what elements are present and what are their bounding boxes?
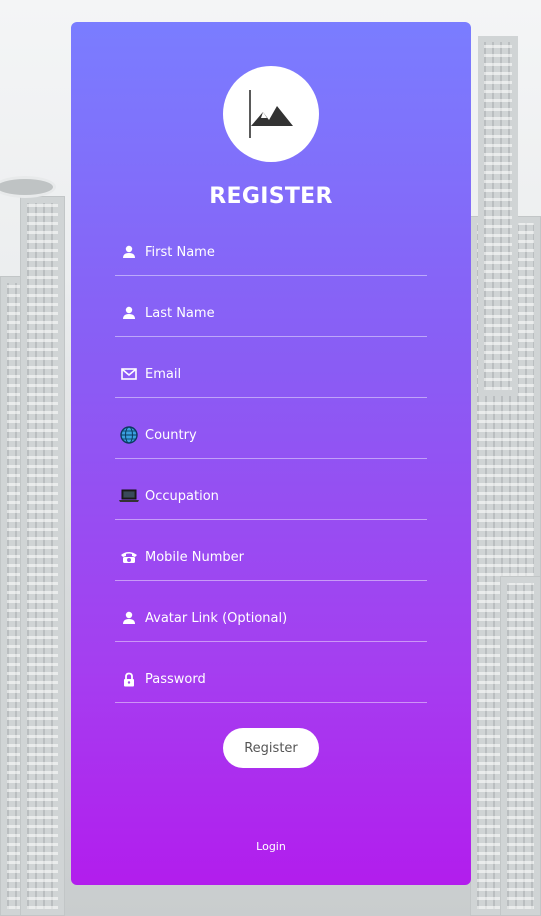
envelope-icon xyxy=(119,364,139,384)
password-input[interactable] xyxy=(145,667,425,691)
last-name-input[interactable] xyxy=(145,301,425,325)
user-icon xyxy=(119,242,139,262)
logo xyxy=(223,66,319,162)
phone-icon xyxy=(119,547,139,567)
page-title: REGISTER xyxy=(209,184,333,209)
email-input[interactable] xyxy=(145,362,425,386)
last-name-field[interactable] xyxy=(115,297,427,337)
lock-icon xyxy=(119,669,139,689)
first-name-input[interactable] xyxy=(145,240,425,264)
register-card: REGISTER First Name Last Name Email Coun… xyxy=(71,22,471,885)
mobile-field[interactable] xyxy=(115,541,427,581)
avatar-link-input[interactable] xyxy=(145,606,425,630)
occupation-input[interactable] xyxy=(145,484,425,508)
globe-icon xyxy=(119,425,139,445)
image-icon xyxy=(249,90,293,138)
user-icon xyxy=(119,303,139,323)
avatar-field[interactable] xyxy=(115,602,427,642)
country-input[interactable] xyxy=(145,423,425,447)
user-icon xyxy=(119,608,139,628)
password-field[interactable] xyxy=(115,663,427,703)
laptop-icon xyxy=(119,486,139,506)
login-link[interactable]: Login xyxy=(71,840,471,853)
first-name-field[interactable] xyxy=(115,236,427,276)
country-field[interactable] xyxy=(115,419,427,459)
occupation-field[interactable] xyxy=(115,480,427,520)
register-button[interactable]: Register xyxy=(223,728,319,768)
email-field[interactable] xyxy=(115,358,427,398)
mobile-input[interactable] xyxy=(145,545,425,569)
